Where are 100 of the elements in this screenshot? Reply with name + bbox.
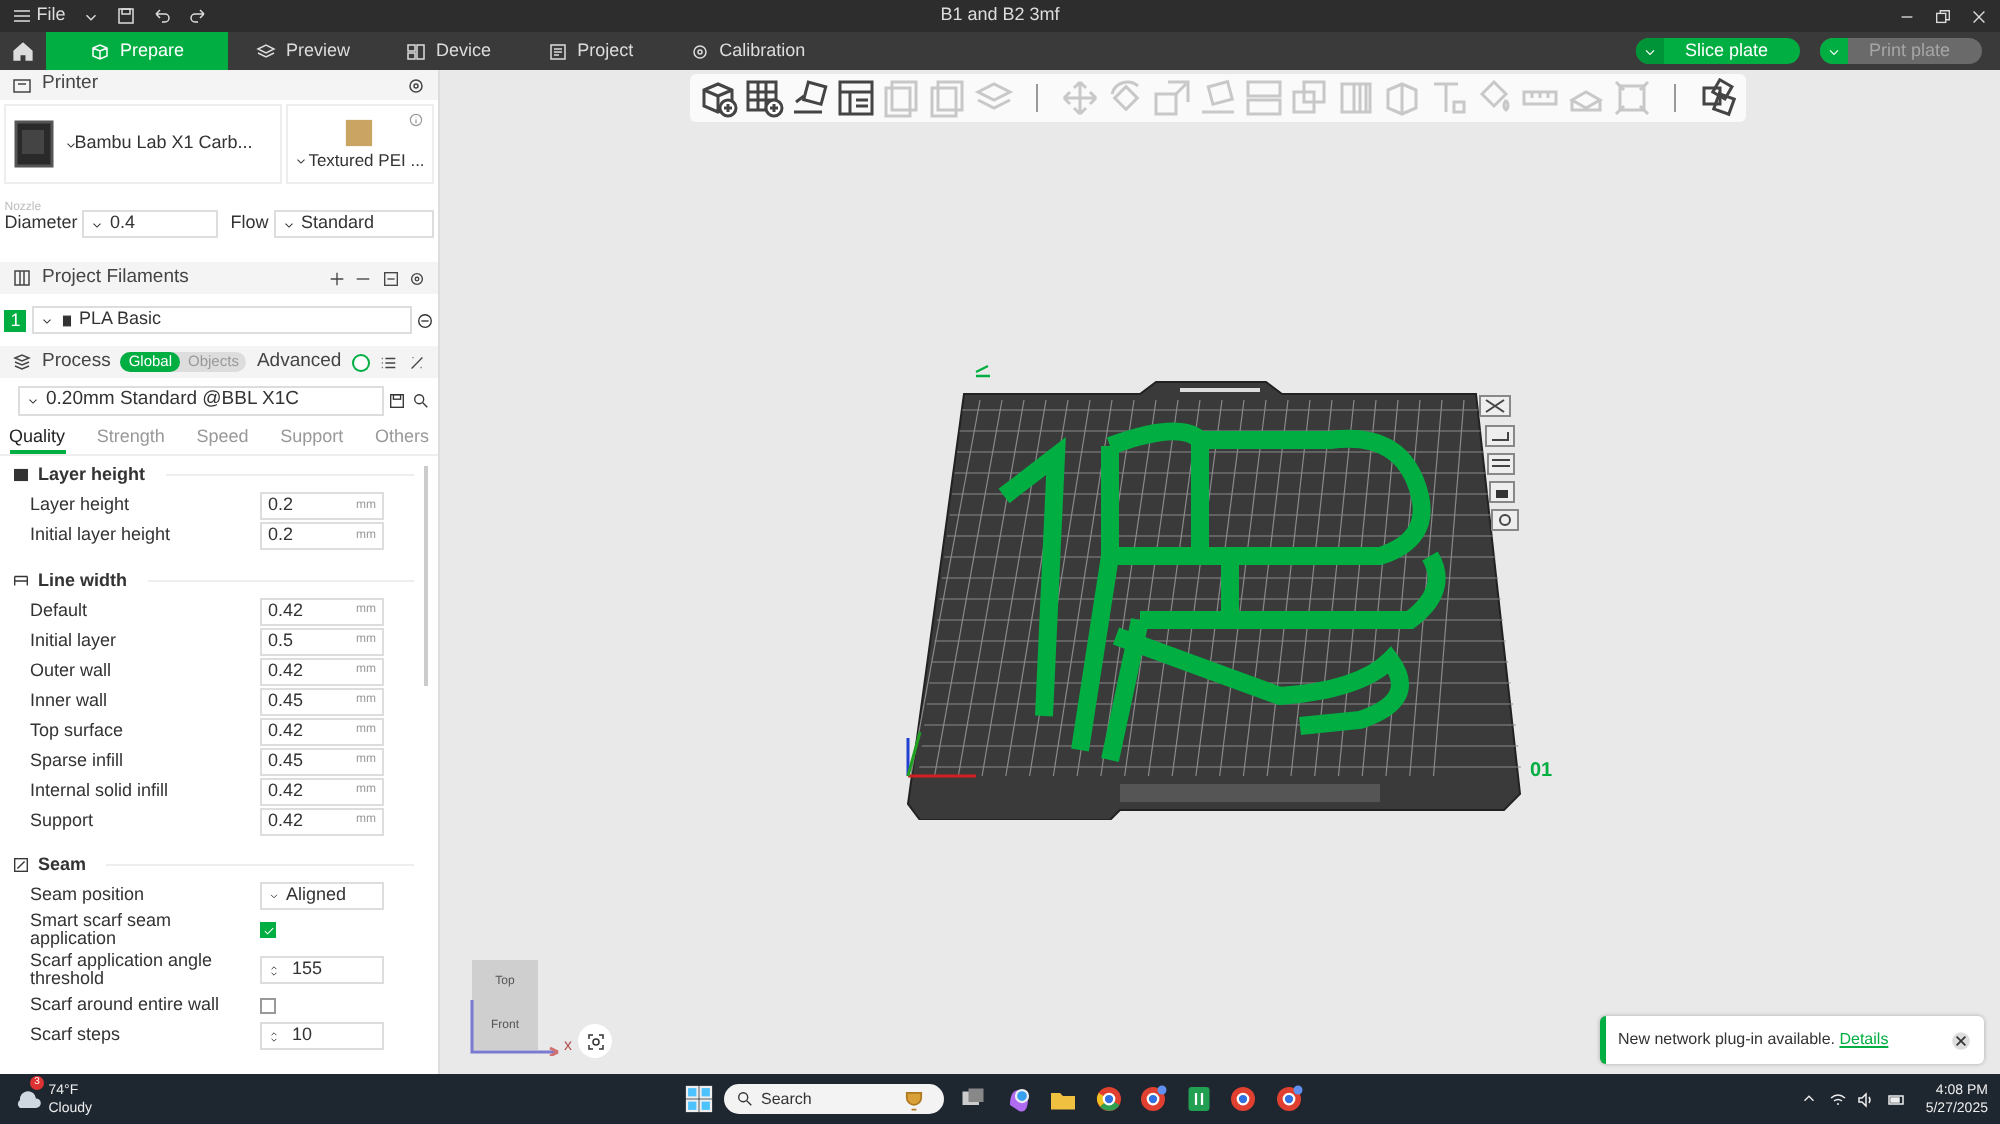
notification-text: New network plug-in available. Details: [1618, 1028, 1889, 1052]
setting-label: Smart scarf seam application: [30, 911, 174, 949]
speaker-icon[interactable]: [1856, 1089, 1877, 1109]
setting-label: Scarf around entire wall: [30, 996, 222, 1016]
remove-icon[interactable]: [415, 311, 434, 329]
sync-icon[interactable]: [381, 269, 399, 287]
setting-label: Default: [30, 601, 90, 621]
setting-label: Internal solid infill: [30, 781, 171, 801]
filament-spool-icon: [59, 311, 73, 329]
field-label: Diameter: [4, 211, 78, 237]
layout-icon[interactable]: [1487, 453, 1515, 475]
save-icon[interactable]: [388, 391, 407, 409]
plate-card[interactable]: Textured PEI ...: [285, 104, 434, 184]
line-width-icon: [12, 571, 30, 590]
advanced-switch[interactable]: [351, 353, 370, 371]
layout-icon[interactable]: [836, 78, 876, 118]
orient-icon[interactable]: [1485, 425, 1515, 447]
setting-label: Initial layer: [30, 631, 119, 651]
setting-label: Top surface: [30, 721, 126, 741]
percent-icon[interactable]: [408, 353, 426, 371]
device-icon: [406, 41, 427, 61]
undo-icon[interactable]: [151, 6, 172, 26]
document-icon: [547, 41, 568, 61]
axis-label: x: [564, 1038, 572, 1054]
filament-icon: [12, 268, 32, 288]
battery-icon[interactable]: [1885, 1089, 1908, 1109]
spin-arrows-icon: [268, 961, 280, 979]
focus-icon: [585, 1031, 605, 1051]
preset-dropdown[interactable]: 0.20mm Standard @BBL X1C: [18, 385, 384, 415]
lock-icon[interactable]: [1489, 481, 1515, 503]
tab[interactable]: Calibration: [661, 32, 834, 70]
section-title: Printer: [42, 70, 98, 99]
chrome-icon[interactable]: [1093, 1084, 1123, 1114]
close-icon[interactable]: [1950, 1029, 1972, 1051]
gear-icon[interactable]: [406, 75, 426, 95]
chrome-icon[interactable]: [1228, 1084, 1258, 1114]
section-title: Seam: [38, 852, 87, 878]
tab[interactable]: Device: [378, 32, 520, 70]
section-title: Project Filaments: [42, 263, 189, 292]
setting-label: Initial layer height: [30, 526, 173, 546]
menu-icon: [12, 6, 32, 26]
setting-label: Inner wall: [30, 691, 110, 711]
puzzle-icon[interactable]: [1698, 78, 1738, 118]
printer-drawing: [14, 120, 55, 169]
caret-icon: [268, 890, 280, 902]
menu-button[interactable]: File: [12, 2, 66, 30]
setting-label: Scarf application angle threshold: [30, 951, 215, 989]
section-title: Layer height: [38, 462, 146, 488]
grid-icon[interactable]: [744, 78, 784, 118]
filament-dropdown[interactable]: PLA Basic: [31, 306, 411, 334]
window-title: B1 and B2 3mf: [940, 2, 1060, 29]
diameter-dropdown[interactable]: 0.4: [82, 210, 219, 238]
field-label: Flow: [230, 210, 269, 237]
plate-number: 01: [1530, 758, 1553, 786]
redo-icon[interactable]: [187, 6, 208, 26]
search-box[interactable]: Search: [723, 1084, 943, 1114]
restore-icon[interactable]: [1934, 7, 1952, 25]
list-icon[interactable]: [380, 353, 398, 371]
printer-card[interactable]: Bambu Lab X1 Carb...: [4, 104, 281, 184]
setting-label: Sparse infill: [30, 751, 126, 771]
dropdown[interactable]: Aligned: [260, 882, 384, 910]
start-icon[interactable]: [684, 1084, 714, 1114]
spin-arrows-icon: [268, 1027, 280, 1045]
chrome-icon[interactable]: [1138, 1084, 1168, 1114]
check-icon: [261, 923, 275, 937]
cube-icon: [90, 41, 110, 61]
plus-icon[interactable]: [327, 269, 345, 287]
axis-icon: [906, 731, 976, 778]
spin-field[interactable]: 155: [260, 956, 384, 984]
close-icon[interactable]: [1479, 395, 1511, 417]
search-icon[interactable]: [411, 391, 429, 409]
printer-icon: [12, 75, 32, 95]
fit-view-button[interactable]: [578, 1024, 612, 1058]
checkbox[interactable]: [260, 998, 276, 1014]
search-icon: [735, 1090, 753, 1108]
spin-field[interactable]: 10: [260, 1022, 384, 1050]
settings-tab[interactable]: Quality: [9, 422, 66, 454]
caret-icon: [294, 154, 309, 169]
spreadsheet-icon[interactable]: [1183, 1084, 1213, 1114]
printer-name: Bambu Lab X1 Carb...: [74, 130, 253, 157]
seam-icon: [12, 856, 30, 875]
advanced-label: Advanced: [256, 347, 342, 376]
axis-icon: [468, 996, 564, 1056]
chrome-icon[interactable]: [1273, 1084, 1303, 1114]
checkbox[interactable]: [260, 922, 276, 938]
setting-label: Outer wall: [30, 661, 114, 681]
section-title: Process: [42, 347, 111, 376]
setting-label: Scarf steps: [30, 1026, 123, 1046]
add-cube-icon[interactable]: [698, 78, 738, 118]
plate-swatch-icon: [344, 118, 375, 149]
flow-dropdown[interactable]: Standard: [273, 210, 434, 238]
setting-label: Layer height: [30, 496, 132, 516]
tab[interactable]: Preview: [228, 32, 379, 70]
tab[interactable]: Project: [519, 32, 662, 70]
eye-icon[interactable]: [1491, 509, 1519, 531]
gear-icon[interactable]: [408, 269, 426, 287]
tilted-square-icon[interactable]: [790, 78, 830, 118]
wifi-icon[interactable]: [1827, 1089, 1848, 1109]
section-title: Line width: [38, 567, 127, 593]
filament-number: 1: [4, 309, 27, 331]
